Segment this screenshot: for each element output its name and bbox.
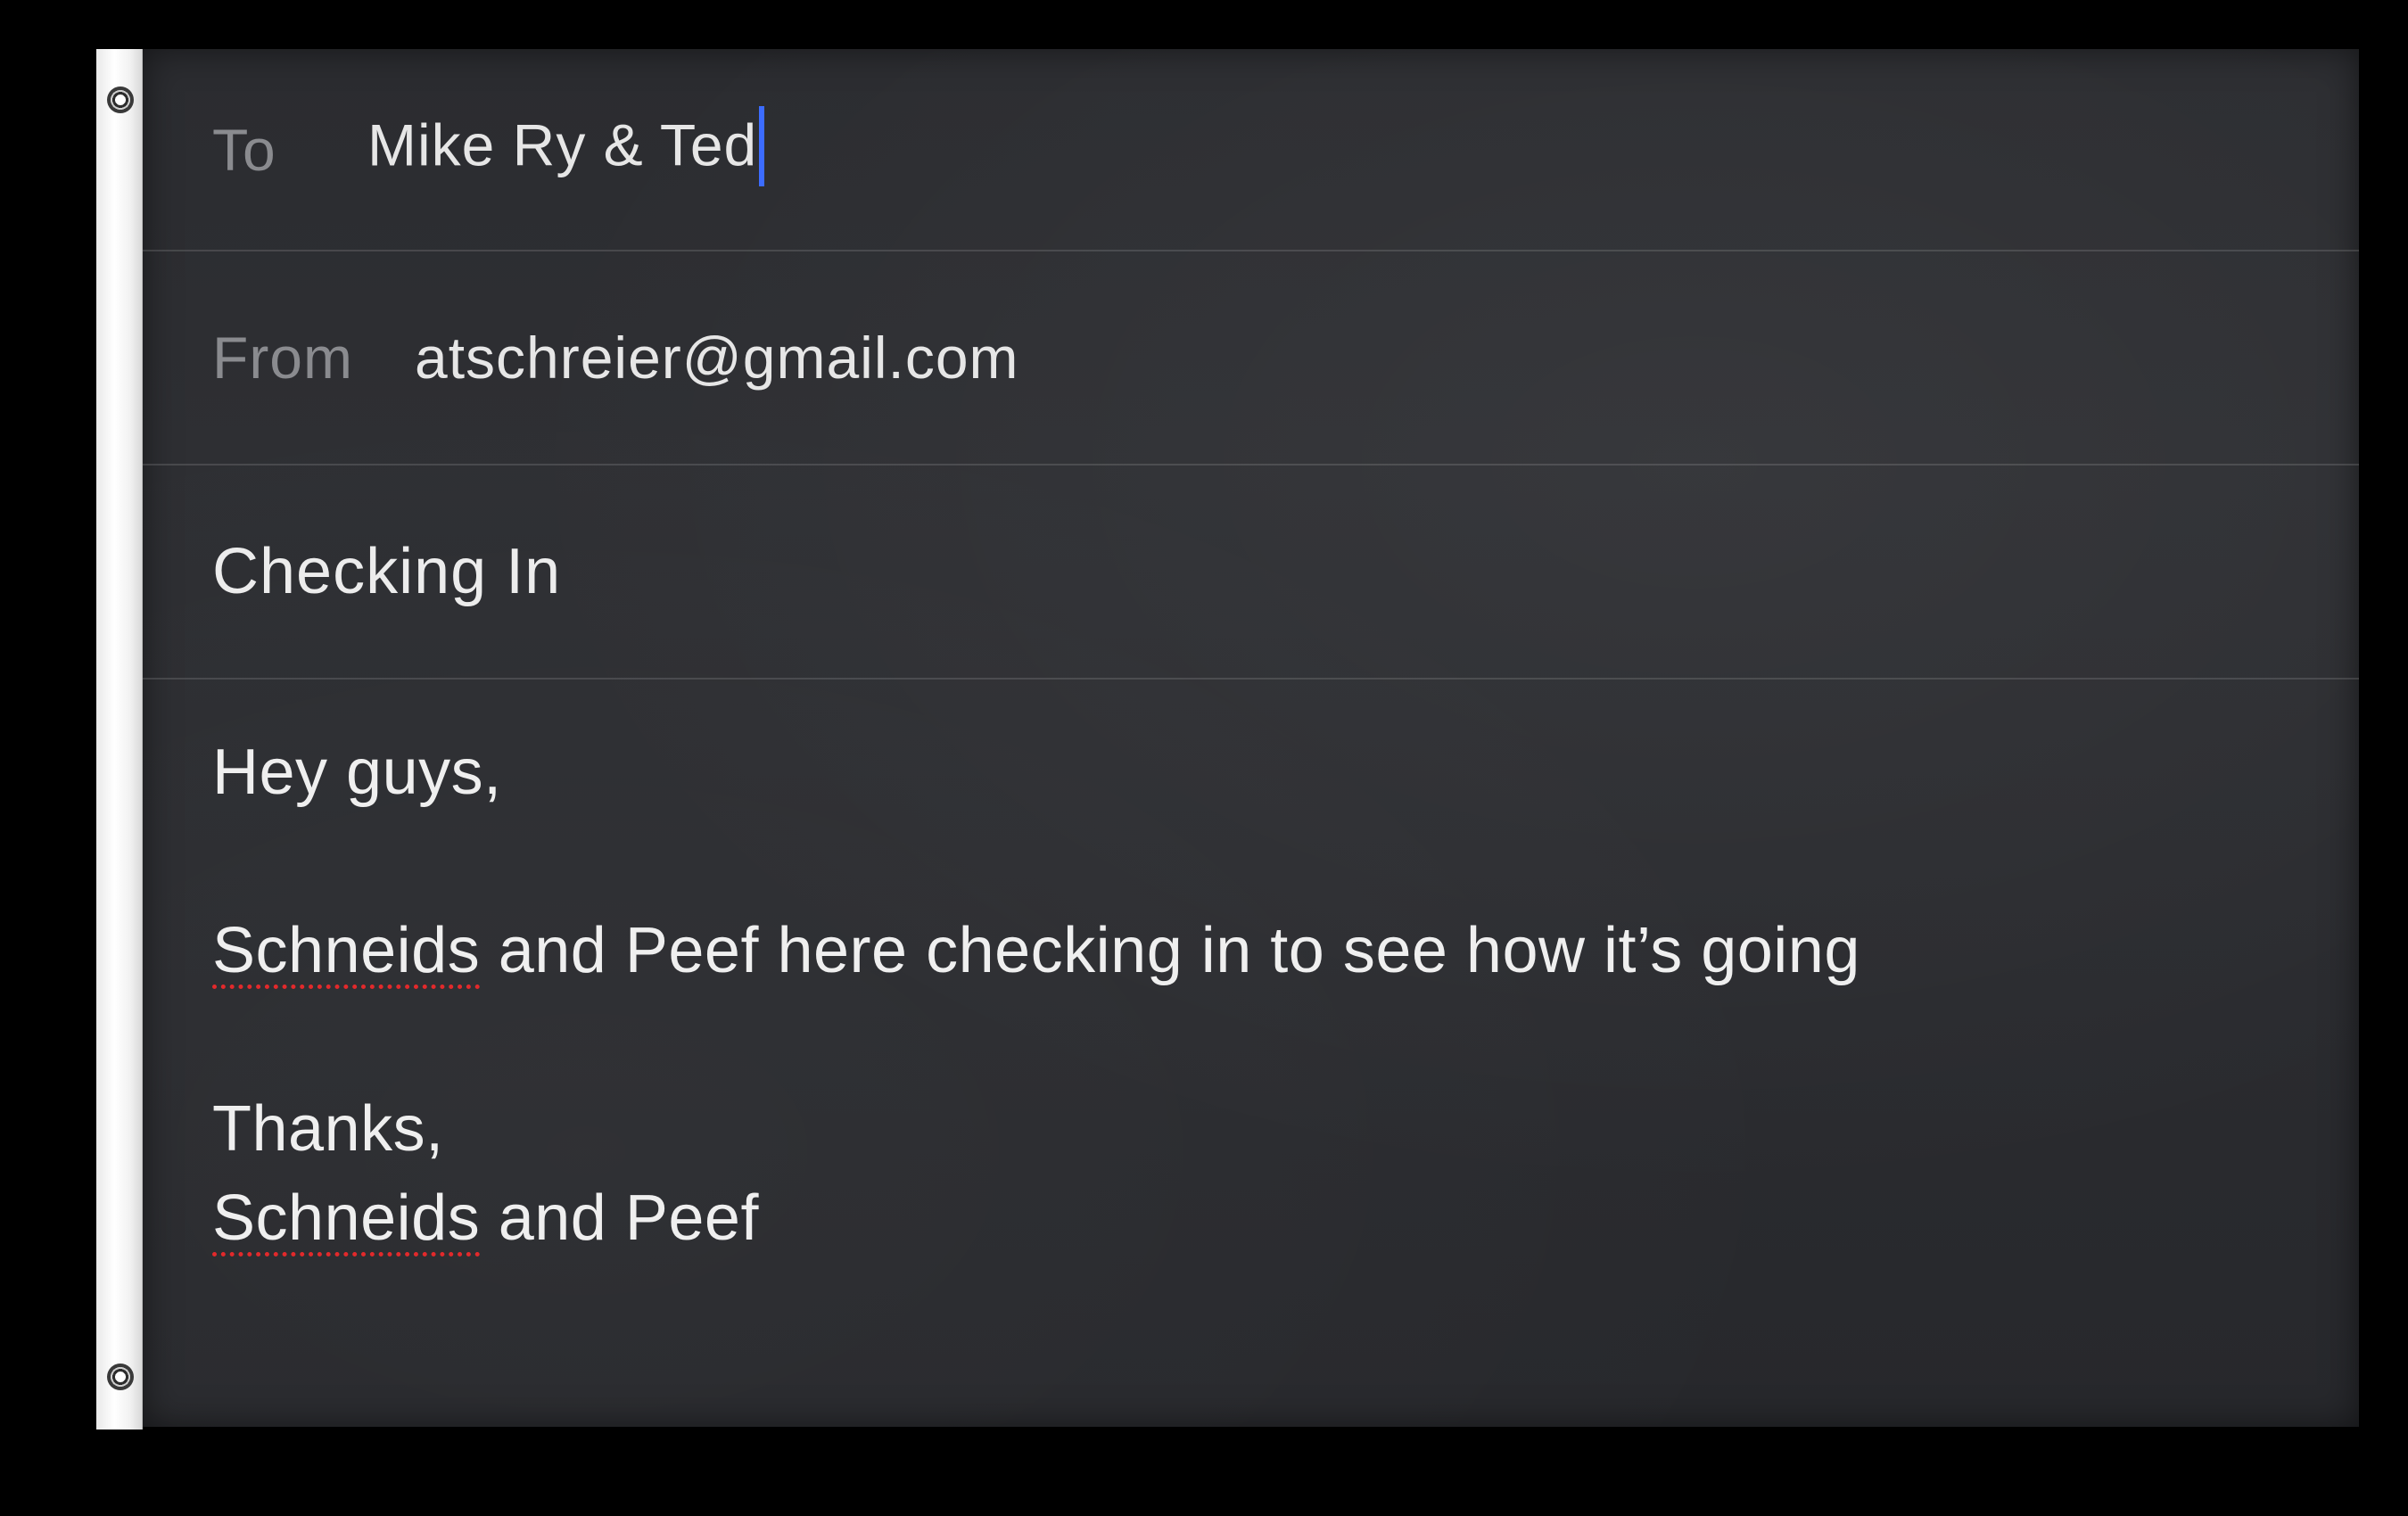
- body-message-text: and Peef here checking in to see how it’…: [480, 915, 1860, 986]
- to-recipients: Mike Ry & Ted: [367, 111, 758, 177]
- body-signature-text: and Peef: [480, 1182, 759, 1254]
- misspelled-word[interactable]: Schneids: [212, 915, 480, 986]
- flag-scene: To Mike Ry & Ted From atschreier@gmail.c…: [0, 0, 2408, 1516]
- subject-row[interactable]: Checking In: [143, 466, 2359, 680]
- body-signature: Schneids and Peef: [212, 1182, 759, 1255]
- grommet-bottom-icon: [107, 1364, 134, 1390]
- body-message: Schneids and Peef here checking in to se…: [212, 914, 1860, 987]
- to-row[interactable]: To Mike Ry & Ted: [143, 49, 2359, 251]
- grommet-top-icon: [107, 87, 134, 113]
- to-field[interactable]: Mike Ry & Ted: [367, 105, 765, 190]
- subject-field[interactable]: Checking In: [212, 535, 561, 608]
- to-label: To: [212, 116, 276, 183]
- body-greeting: Hey guys,: [212, 737, 502, 808]
- mail-compose-panel: To Mike Ry & Ted From atschreier@gmail.c…: [143, 49, 2359, 1427]
- text-cursor: [759, 105, 765, 186]
- from-field[interactable]: atschreier@gmail.com: [415, 324, 1019, 391]
- body-closing: Thanks,: [212, 1093, 444, 1165]
- flag-hem: [96, 49, 143, 1429]
- from-label: From: [212, 325, 353, 391]
- misspelled-word[interactable]: Schneids: [212, 1182, 480, 1254]
- from-row[interactable]: From atschreier@gmail.com: [143, 251, 2359, 466]
